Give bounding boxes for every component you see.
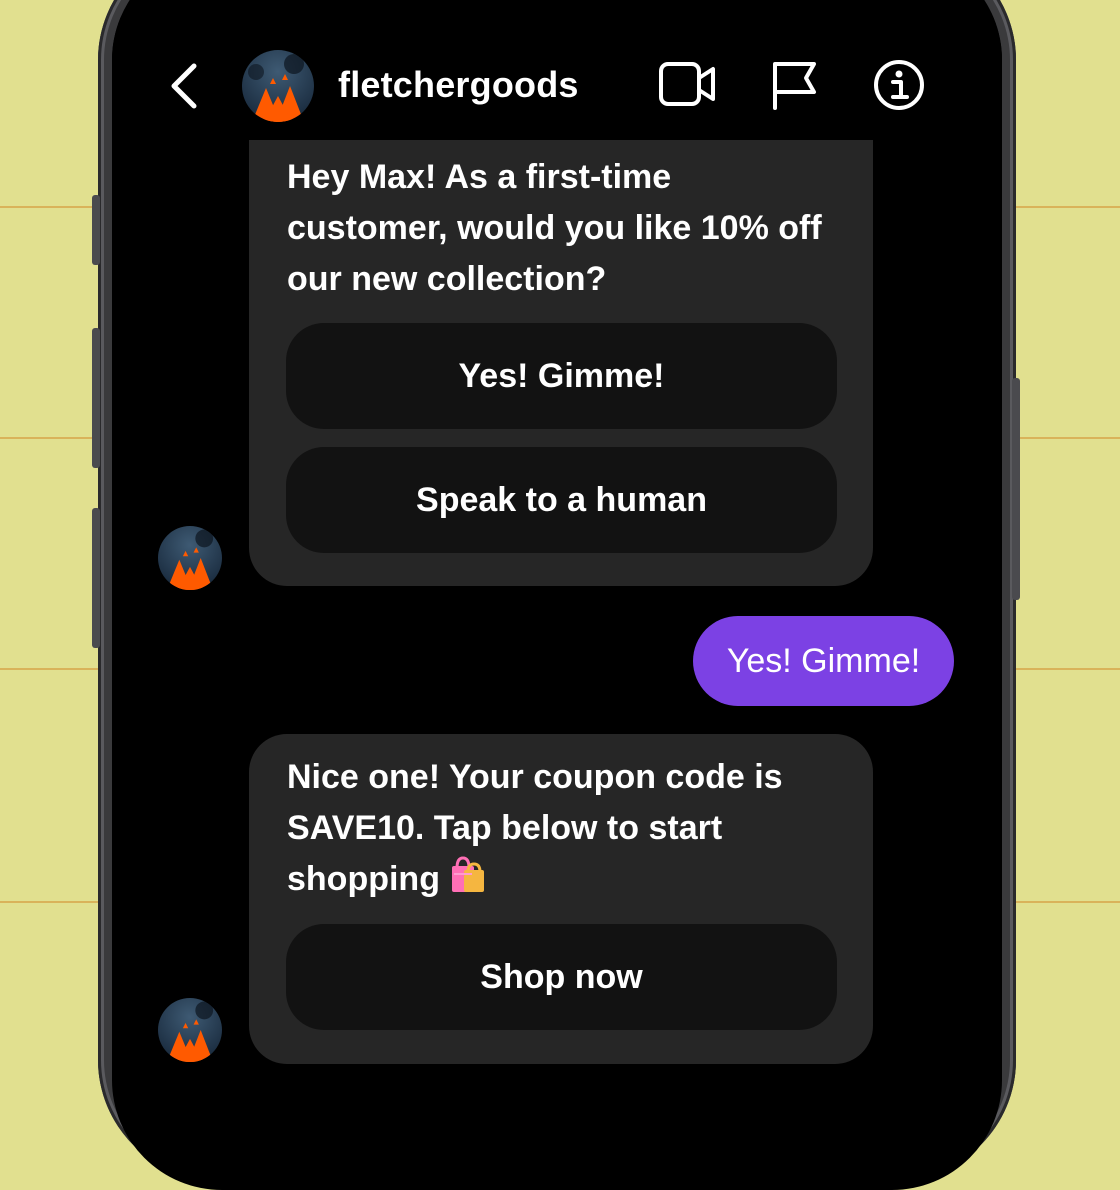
phone-screen: fletchergoods Hey Max! As a first-time c… (112, 0, 1002, 1190)
shop-now-button[interactable]: Shop now (286, 924, 837, 1030)
outgoing-message: Yes! Gimme! (693, 616, 954, 706)
incoming-message: Hey Max! As a first-time customer, would… (249, 100, 873, 586)
message-text: Nice one! Your coupon code is SAVE10. Ta… (287, 752, 833, 905)
message-text-content: Nice one! Your coupon code is SAVE10. Ta… (287, 758, 783, 898)
quick-reply-human-button[interactable]: Speak to a human (286, 447, 837, 553)
power-button (1012, 378, 1020, 600)
volume-down-button (92, 508, 100, 648)
incoming-message: Nice one! Your coupon code is SAVE10. Ta… (249, 734, 873, 1064)
shopping-bags-icon (451, 856, 484, 892)
video-camera-icon[interactable] (658, 60, 718, 108)
message-text: Hey Max! As a first-time customer, would… (287, 158, 822, 298)
quick-reply-yes-button[interactable]: Yes! Gimme! (286, 323, 837, 429)
info-icon[interactable] (872, 58, 926, 112)
chevron-left-icon[interactable] (166, 62, 202, 110)
avatar[interactable] (242, 50, 314, 122)
mute-switch (92, 195, 100, 265)
chat-header: fletchergoods (112, 0, 1002, 140)
page-title[interactable]: fletchergoods (338, 64, 579, 106)
sender-avatar (158, 998, 222, 1062)
flag-icon[interactable] (770, 58, 820, 110)
sender-avatar (158, 526, 222, 590)
volume-up-button (92, 328, 100, 468)
